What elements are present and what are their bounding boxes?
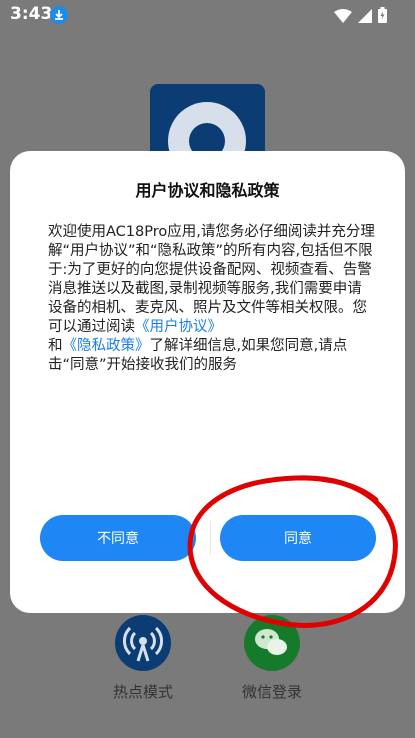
battery-icon <box>378 7 387 27</box>
status-bar: 3:43 <box>0 0 415 30</box>
signal-icon <box>358 8 372 27</box>
hotspot-mode-label: 热点模式 <box>112 683 173 701</box>
privacy-dialog: 用户协议和隐私政策 欢迎使用AC18Pro应用,请您务必仔细阅读并充分理解“用户… <box>10 151 405 613</box>
wechat-login-label: 微信登录 <box>241 683 302 701</box>
wifi-icon <box>334 8 352 27</box>
download-icon <box>50 6 68 24</box>
dialog-title: 用户协议和隐私政策 <box>135 181 280 200</box>
status-time: 3:43 <box>10 4 53 24</box>
wechat-icon <box>244 615 300 671</box>
privacy-policy-link[interactable]: 《隐私政策》 <box>63 338 150 354</box>
disagree-button[interactable]: 不同意 <box>40 515 196 561</box>
button-divider <box>210 521 211 555</box>
dialog-body: 欢迎使用AC18Pro应用,请您务必仔细阅读并充分理解“用户协议”和“隐私政策”… <box>48 223 376 375</box>
dialog-body-text-2: 和 <box>48 338 63 354</box>
hotspot-mode-button[interactable]: 热点模式 <box>93 615 193 702</box>
agree-button[interactable]: 同意 <box>220 515 376 561</box>
user-agreement-link[interactable]: 《用户协议》 <box>135 319 222 335</box>
wechat-login-button[interactable]: 微信登录 <box>222 615 322 702</box>
hotspot-icon <box>115 615 171 671</box>
